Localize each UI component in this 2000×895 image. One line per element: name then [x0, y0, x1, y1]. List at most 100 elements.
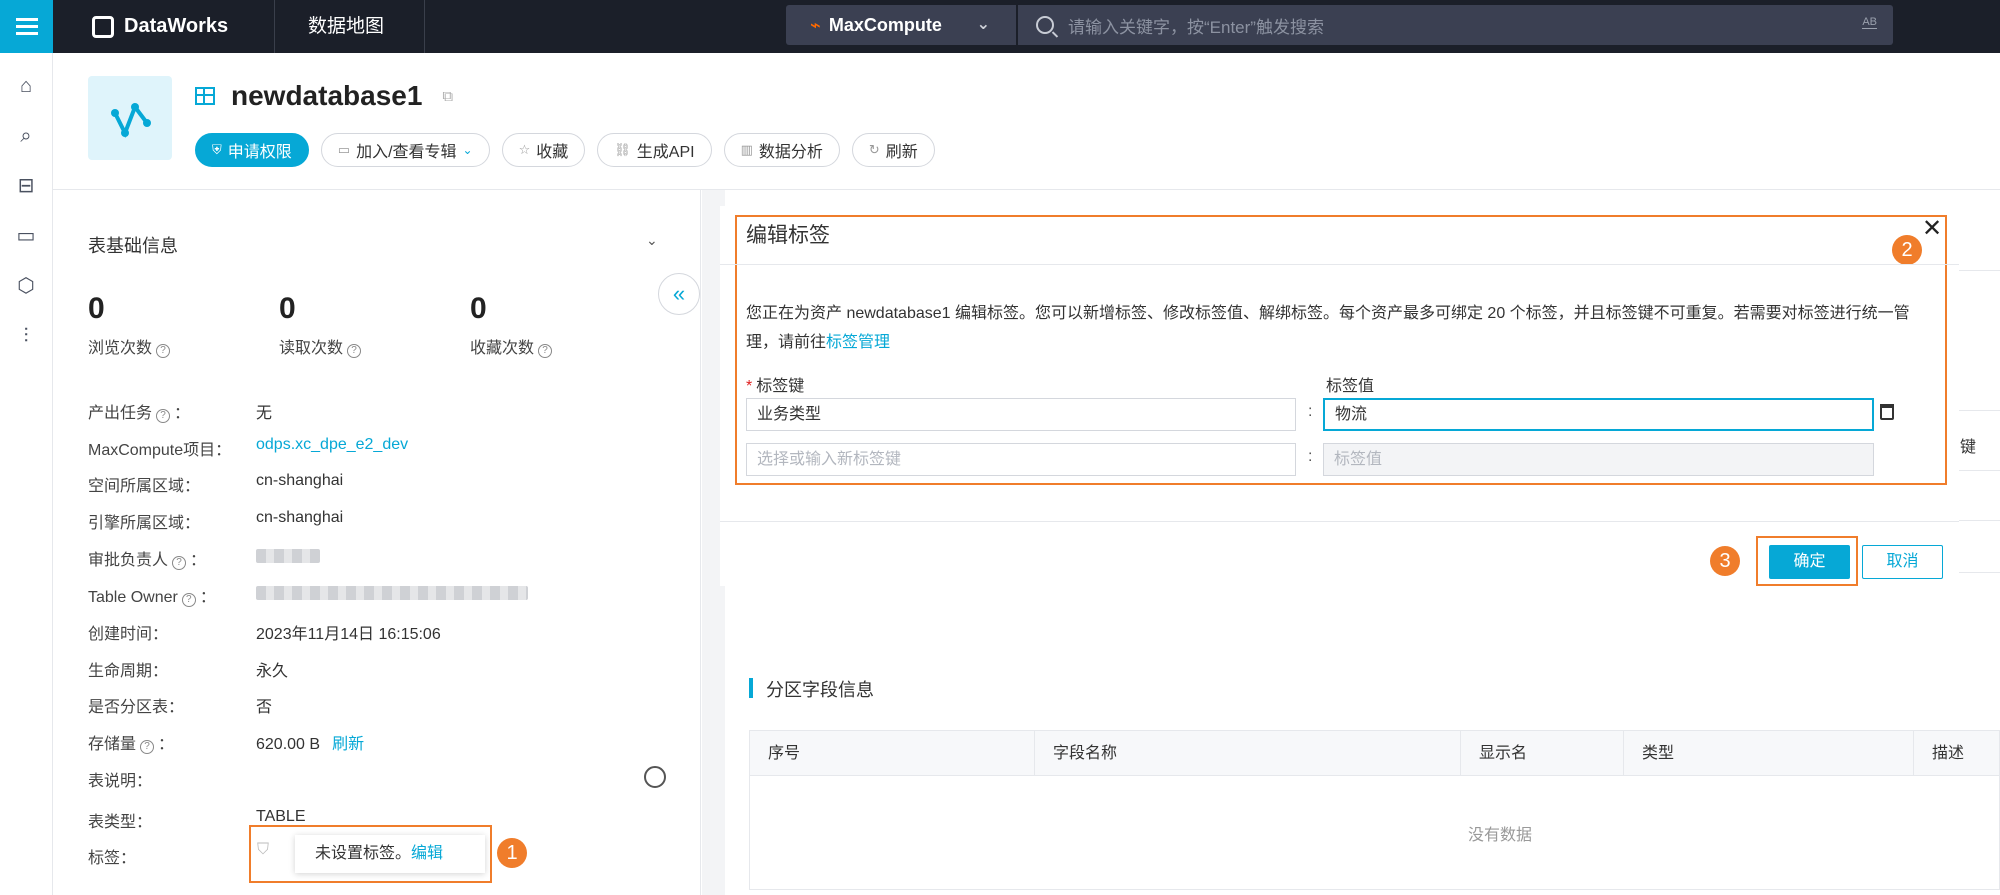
info-value-partitioned: 否: [256, 699, 273, 716]
monitor-icon[interactable]: ▭: [13, 223, 39, 249]
lineage-icon: [111, 102, 151, 138]
dataworks-logo[interactable]: DataWorks: [92, 0, 228, 53]
title-row: newdatabase1 ⧉: [195, 80, 453, 112]
content-divider: [1958, 410, 2000, 411]
new-tag-key-input[interactable]: 选择或输入新标签键: [746, 443, 1296, 476]
basic-info-title: 表基础信息: [88, 236, 178, 256]
info-label-table-type: 表类型：: [88, 814, 153, 831]
album-icon: ▭: [337, 142, 351, 157]
column-header-display-name: 显示名: [1461, 731, 1624, 776]
page-title: newdatabase1: [231, 80, 423, 111]
help-icon[interactable]: ?: [140, 740, 155, 754]
chart-icon: ▥: [740, 142, 753, 157]
refresh-button[interactable]: ↻ 刷新: [851, 133, 935, 167]
help-icon[interactable]: ?: [156, 409, 171, 423]
info-value-output-task: 无: [256, 405, 273, 422]
content-divider: [1958, 520, 2000, 521]
action-bar: ⛨ 申请权限 ▭ 加入/查看专辑 ⌄ ☆ 收藏 ⛓ 生成API ▥ 数据分析 ↻ 刷新: [195, 133, 935, 167]
search-data-icon[interactable]: ⌕: [13, 123, 39, 149]
chevron-down-icon: ⌄: [976, 16, 990, 33]
section-accent-bar: [749, 678, 753, 698]
dataworks-logo-icon: [92, 15, 114, 38]
dialog-title: 编辑标签: [746, 224, 830, 247]
cube-icon[interactable]: ⬡: [13, 273, 39, 299]
info-label-output-task: 产出任务?：: [88, 405, 191, 423]
tag-edit-highlight: ⛉ 未设置标签。编辑: [249, 825, 492, 883]
engine-label: MaxCompute: [828, 14, 942, 35]
topbar-divider: [274, 0, 275, 53]
info-label-tags: 标签：: [88, 850, 137, 867]
project-link[interactable]: odps.xc_dpe_e2_dev: [256, 436, 408, 454]
help-icon[interactable]: ?: [347, 344, 362, 358]
tag-icon[interactable]: ⛉: [257, 841, 269, 859]
search-icon: [1036, 16, 1054, 34]
data-analysis-button[interactable]: ▥ 数据分析: [723, 133, 840, 167]
info-label-engine-region: 引擎所属区域：: [88, 515, 201, 532]
shield-icon: ⛨: [212, 142, 222, 157]
stat-label: 浏览次数: [88, 340, 153, 357]
cancel-button[interactable]: 取消: [1862, 545, 1943, 579]
empty-state: 没有数据: [1467, 827, 1532, 844]
content-divider: [1958, 470, 2000, 471]
info-label-created: 创建时间：: [88, 626, 169, 643]
key-value-separator: :: [1308, 448, 1313, 465]
info-label-table-owner: Table Owner?：: [88, 589, 216, 607]
generate-api-button[interactable]: ⛓ 生成API: [597, 133, 712, 167]
menu-icon[interactable]: [0, 0, 53, 53]
table-header: 序号 字段名称 显示名 类型 描述: [750, 731, 1999, 776]
info-value-created: 2023年11月14日 16:15:06: [256, 626, 441, 643]
new-tag-value-input: 标签值: [1323, 443, 1874, 476]
favorite-button[interactable]: ☆ 收藏: [501, 133, 586, 167]
step-badge-1: 1: [497, 838, 527, 868]
module-title[interactable]: 数据地图: [308, 0, 384, 53]
info-label-space-region: 空间所属区域：: [88, 478, 201, 495]
home-icon[interactable]: ⌂: [13, 73, 39, 99]
delete-tag-icon[interactable]: [1880, 404, 1894, 420]
info-label-project: MaxCompute项目：: [88, 442, 232, 459]
storage-refresh-link[interactable]: 刷新: [332, 736, 364, 753]
tag-key-field[interactable]: 业务类型: [746, 398, 1296, 431]
copy-icon[interactable]: ⧉: [442, 88, 453, 105]
case-toggle-icon[interactable]: AB: [1862, 16, 1877, 29]
confirm-button[interactable]: 确定: [1769, 545, 1850, 579]
request-permission-button[interactable]: ⛨ 申请权限: [195, 133, 309, 167]
step-badge-3: 3: [1710, 546, 1740, 576]
tag-value-header: 标签值: [1326, 378, 1375, 395]
engine-select[interactable]: ⌁ MaxCompute ⌄: [786, 5, 1016, 45]
info-label-description: 表说明：: [88, 773, 153, 790]
close-icon[interactable]: ✕: [1922, 214, 1942, 243]
info-label-lifecycle: 生命周期：: [88, 663, 169, 680]
left-rail: ⌂ ⌕ ⊟ ▭ ⬡ ⫶: [0, 53, 53, 895]
help-icon[interactable]: ?: [538, 344, 553, 358]
help-icon[interactable]: ?: [172, 556, 187, 570]
approver-redacted: [256, 549, 320, 568]
edit-description-icon[interactable]: [644, 766, 666, 788]
add-album-button[interactable]: ▭ 加入/查看专辑 ⌄: [320, 133, 490, 167]
stat-label: 收藏次数: [470, 340, 535, 357]
stat-value: 0: [470, 292, 487, 325]
stat-value: 0: [279, 292, 296, 325]
table-icon: [195, 87, 215, 105]
dialog-footer-divider: [720, 521, 1959, 522]
double-chevron-left-icon: «: [672, 281, 686, 306]
settings-sliders-icon[interactable]: ⫶: [13, 323, 39, 349]
partition-table: 序号 字段名称 显示名 类型 描述 没有数据: [749, 730, 2000, 890]
info-value-lifecycle: 永久: [256, 663, 289, 680]
tag-value-field[interactable]: 物流: [1323, 398, 1874, 431]
dialog-divider: [720, 264, 1959, 265]
tag-management-link[interactable]: 标签管理: [826, 334, 890, 351]
help-icon[interactable]: ?: [156, 344, 171, 358]
tag-key-header: * 标签键: [746, 378, 805, 395]
column-header-type: 类型: [1624, 731, 1914, 776]
stat-label: 读取次数: [279, 340, 344, 357]
info-value-storage: 620.00 B 刷新: [256, 736, 365, 753]
edit-tag-link[interactable]: 编辑: [411, 845, 443, 862]
star-icon: ☆: [518, 142, 531, 157]
chevron-down-icon[interactable]: ⌄: [646, 232, 658, 249]
search-input[interactable]: 请输入关键字，按“Enter”触发搜索 AB: [1018, 5, 1893, 45]
collapse-panel-button[interactable]: «: [658, 273, 700, 315]
stat-value: 0: [88, 292, 105, 325]
toolbox-icon[interactable]: ⊟: [13, 173, 39, 199]
asset-type-icon: [88, 76, 172, 160]
help-icon[interactable]: ?: [181, 593, 196, 607]
